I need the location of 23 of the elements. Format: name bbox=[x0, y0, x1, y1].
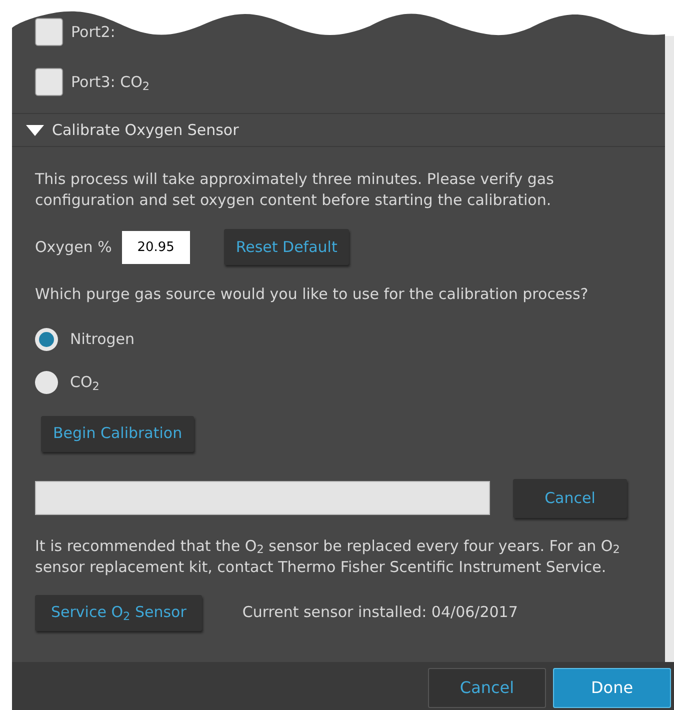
question-text: Which purge gas source would you like to use for the calibration process? bbox=[35, 284, 590, 305]
radio-label: Nitrogen bbox=[70, 328, 135, 350]
begin-calibration-button[interactable]: Begin Calibration bbox=[41, 416, 194, 452]
radio-button[interactable] bbox=[35, 370, 58, 394]
cancel-button[interactable]: Cancel bbox=[513, 478, 627, 518]
oxygen-input[interactable]: 20.95 bbox=[122, 230, 190, 264]
radio-button[interactable] bbox=[35, 328, 58, 350]
installed-date-text: Current sensor installed: 04/06/2017 bbox=[242, 602, 518, 624]
section-title[interactable]: Calibrate Oxygen Sensor bbox=[52, 118, 239, 142]
triangle-down-icon[interactable] bbox=[26, 124, 44, 136]
notice-text: It is recommended that the O$_{2}$ sensor be replaced every four years. For an O$_{2}$ sensor replacement kit, contact Thermo Fisher Scentific Instrument Service. bbox=[35, 536, 621, 578]
cancel-button[interactable]: Cancel bbox=[428, 668, 546, 708]
checkbox[interactable] bbox=[35, 68, 63, 96]
oxygen-label: Oxygen % bbox=[35, 236, 112, 258]
scrollbar[interactable] bbox=[665, 36, 674, 662]
service-sensor-button[interactable]: Service O$_{2}$ Sensor bbox=[35, 594, 202, 630]
checkbox[interactable] bbox=[35, 18, 63, 46]
done-button[interactable]: Done bbox=[553, 668, 671, 708]
port-label: Port3: CO$_{2}$ bbox=[71, 72, 150, 94]
reset-default-button[interactable]: Reset Default bbox=[224, 229, 350, 265]
intro-text: This process will take approximately three minutes. Please verify gas configuration and set oxygen content before starting the calibration. bbox=[35, 169, 555, 211]
port-label: Port2: bbox=[71, 22, 116, 43]
radio-label: CO$_{2}$ bbox=[70, 372, 100, 394]
